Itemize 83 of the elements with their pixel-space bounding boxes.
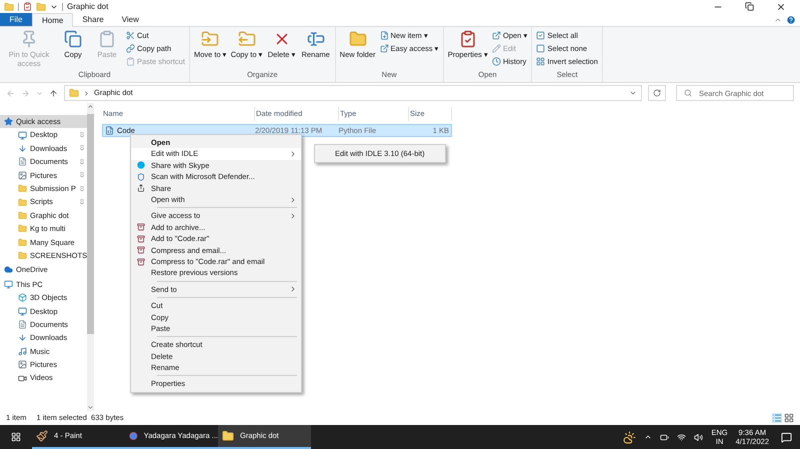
properties-icon	[458, 30, 477, 48]
windows-logo-icon	[11, 432, 21, 442]
dropdown-icon[interactable]	[629, 89, 637, 97]
window-title: Graphic dot	[67, 0, 108, 12]
arrow-box-icon	[380, 44, 389, 53]
folder-icon	[18, 210, 27, 220]
empty-box-icon	[536, 44, 546, 53]
scissors-icon	[126, 31, 135, 40]
shield-icon	[137, 172, 145, 181]
archive-icon	[137, 234, 145, 243]
refresh-button[interactable]	[648, 85, 666, 101]
monitor-icon	[18, 306, 27, 316]
notification-icon[interactable]	[781, 432, 792, 442]
folder-icon	[18, 184, 27, 194]
archive-icon	[137, 223, 145, 232]
computer-icon	[4, 280, 13, 289]
help-icon[interactable]	[786, 14, 796, 24]
folder-icon	[69, 88, 79, 98]
rename-icon	[306, 30, 325, 48]
star-icon	[4, 117, 13, 126]
archive-icon	[137, 258, 145, 266]
clipboard-icon	[98, 30, 116, 48]
ribbon-tab[interactable]: Home	[32, 13, 74, 27]
new-file-icon	[380, 31, 389, 40]
folder-arrow-icon	[201, 30, 220, 48]
paint-icon	[36, 430, 48, 442]
pin-icon	[79, 186, 86, 192]
pin-icon	[79, 158, 86, 165]
weather-icon[interactable]	[623, 430, 636, 444]
download-icon	[18, 144, 27, 153]
download-icon	[18, 333, 27, 342]
tray-caret-icon[interactable]	[644, 433, 652, 441]
music-note-icon	[18, 346, 27, 356]
scroll-down-icon[interactable]	[87, 404, 94, 411]
folder-copy-icon	[238, 30, 256, 48]
pin-icon	[79, 145, 86, 152]
python-file-icon	[105, 126, 114, 135]
properties-icon[interactable]	[23, 2, 32, 11]
pencil-icon	[492, 44, 501, 53]
picture-icon	[18, 170, 27, 180]
scrollbar[interactable]	[87, 103, 94, 411]
battery-icon[interactable]	[660, 432, 670, 442]
picture-icon	[18, 360, 27, 370]
tiles-view-icon[interactable]	[784, 413, 794, 423]
clipboard-icon	[126, 57, 135, 66]
open-icon	[492, 31, 501, 40]
document-icon	[18, 157, 27, 166]
scroll-up-icon[interactable]	[87, 103, 94, 110]
chevron-icon[interactable]	[83, 90, 90, 96]
file-tab[interactable]: File	[0, 13, 32, 26]
share-icon	[137, 184, 145, 192]
search-icon	[684, 89, 692, 97]
ribbon-tab[interactable]: Share	[73, 13, 113, 26]
folder-icon	[18, 198, 27, 207]
pin-icon	[20, 30, 38, 48]
folder-icon	[4, 2, 14, 12]
folder-icon	[18, 251, 27, 260]
checked-box-icon	[536, 31, 546, 40]
refresh-icon	[653, 89, 661, 97]
link-icon	[126, 44, 135, 53]
grid-icon	[536, 57, 546, 66]
ribbon-tab[interactable]: View	[112, 13, 148, 26]
folder-icon	[348, 30, 367, 48]
up-icon[interactable]	[49, 88, 58, 98]
folder-icon	[222, 430, 234, 442]
pin-icon	[79, 132, 86, 138]
archive-icon	[137, 246, 145, 254]
pin-icon	[79, 199, 86, 206]
copy-icon	[64, 30, 82, 48]
pin-icon	[79, 172, 86, 178]
wifi-icon[interactable]	[677, 432, 686, 442]
details-view-icon[interactable]	[772, 413, 782, 423]
close-icon[interactable]	[776, 2, 786, 12]
volume-icon[interactable]	[694, 432, 704, 442]
cube-icon	[18, 293, 27, 302]
monitor-icon	[18, 130, 27, 140]
clock-icon	[492, 57, 501, 66]
folder-icon	[18, 238, 27, 247]
video-icon	[18, 374, 27, 383]
restore-icon[interactable]	[745, 2, 754, 11]
folder-icon	[18, 224, 27, 234]
cloud-icon	[4, 265, 13, 274]
document-icon	[18, 320, 27, 330]
